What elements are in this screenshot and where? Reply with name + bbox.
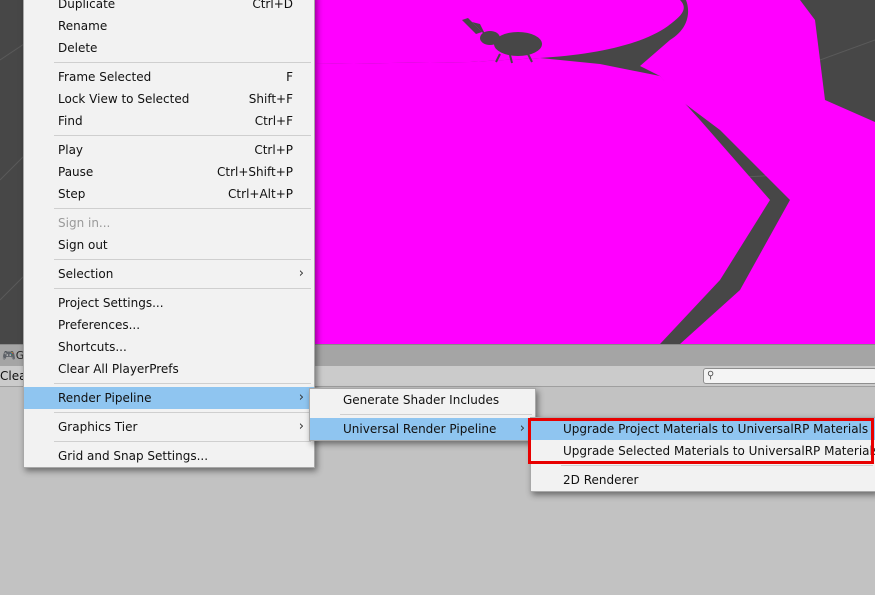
- menu-separator: [24, 256, 314, 263]
- universal-render-pipeline-submenu: Upgrade Project Materials to UniversalRP…: [530, 417, 875, 492]
- menu-item-label: Graphics Tier: [58, 420, 138, 434]
- menu-separator: [24, 59, 314, 66]
- console-search-input[interactable]: ⚲: [703, 368, 875, 384]
- menu-item-shortcut: Ctrl+D: [252, 0, 293, 11]
- render-pipeline-submenu: Generate Shader Includes Universal Render…: [309, 388, 536, 441]
- menu-item-lock-view-to-selected[interactable]: Lock View to Selected Shift+F: [24, 88, 314, 110]
- menu-item-shortcut: Ctrl+P: [254, 143, 293, 157]
- menu-item-pause[interactable]: Pause Ctrl+Shift+P: [24, 161, 314, 183]
- menu-item-label: Find: [58, 114, 83, 128]
- menu-item-step[interactable]: Step Ctrl+Alt+P: [24, 183, 314, 205]
- menu-item-shortcut: Ctrl+Alt+P: [228, 187, 293, 201]
- menu-item-generate-shader-includes[interactable]: Generate Shader Includes: [310, 389, 535, 411]
- menu-item-label: Generate Shader Includes: [343, 393, 500, 407]
- menu-item-clear-all-playerprefs[interactable]: Clear All PlayerPrefs: [24, 358, 314, 380]
- menu-item-label: Rename: [58, 19, 108, 33]
- menu-item-shortcut: Shift+F: [248, 92, 293, 106]
- menu-item-shortcuts[interactable]: Shortcuts...: [24, 336, 314, 358]
- menu-item-frame-selected[interactable]: Frame Selected F: [24, 66, 314, 88]
- menu-item-label: Grid and Snap Settings...: [58, 449, 209, 463]
- menu-item-label: Project Settings...: [58, 296, 164, 310]
- menu-item-label: Render Pipeline: [58, 391, 152, 405]
- menu-item-play[interactable]: Play Ctrl+P: [24, 139, 314, 161]
- menu-item-shortcut: Ctrl+Shift+P: [217, 165, 293, 179]
- menu-separator: [310, 411, 535, 418]
- menu-item-preferences[interactable]: Preferences...: [24, 314, 314, 336]
- menu-item-label: Pause: [58, 165, 94, 179]
- menu-item-duplicate[interactable]: Duplicate Ctrl+D: [24, 0, 314, 15]
- menu-item-label: Delete: [58, 41, 98, 55]
- console-tab[interactable]: 🎮G: [0, 346, 24, 366]
- menu-item-selection[interactable]: Selection ›: [24, 263, 314, 285]
- menu-separator: [24, 438, 314, 445]
- menu-item-label: Selection: [58, 267, 114, 281]
- menu-item-label: Play: [58, 143, 84, 157]
- menu-item-label: Lock View to Selected: [58, 92, 190, 106]
- menu-item-render-pipeline[interactable]: Render Pipeline ›: [24, 387, 314, 409]
- menu-item-label: Step: [58, 187, 86, 201]
- menu-separator: [24, 132, 314, 139]
- menu-item-label: Upgrade Project Materials to UniversalRP…: [563, 422, 869, 436]
- menu-item-universal-render-pipeline[interactable]: Universal Render Pipeline ›: [310, 418, 535, 440]
- chevron-right-icon: ›: [298, 390, 304, 405]
- gamepad-icon: 🎮: [2, 349, 16, 362]
- menu-item-label: Clear All PlayerPrefs: [58, 362, 179, 376]
- menu-item-find[interactable]: Find Ctrl+F: [24, 110, 314, 132]
- menu-separator: [24, 380, 314, 387]
- menu-item-2d-renderer[interactable]: 2D Renderer: [531, 469, 875, 491]
- menu-item-label: Upgrade Selected Materials to UniversalR…: [563, 444, 875, 458]
- menu-item-label: Sign out: [58, 238, 108, 252]
- menu-separator: [24, 285, 314, 292]
- menu-item-shortcut: F: [286, 70, 293, 84]
- menu-item-sign-in: Sign in...: [24, 212, 314, 234]
- menu-item-grid-and-snap-settings[interactable]: Grid and Snap Settings...: [24, 445, 314, 467]
- menu-item-label: Sign in...: [58, 216, 111, 230]
- menu-item-label: Universal Render Pipeline: [343, 422, 497, 436]
- menu-item-shortcut: Ctrl+F: [254, 114, 293, 128]
- menu-item-upgrade-selected-materials-to-universalrp-materials[interactable]: Upgrade Selected Materials to UniversalR…: [531, 440, 875, 462]
- chevron-right-icon: ›: [298, 266, 304, 281]
- search-icon: ⚲: [707, 370, 715, 381]
- chevron-right-icon: ›: [519, 421, 525, 436]
- menu-separator: [531, 462, 875, 469]
- menu-item-rename[interactable]: Rename: [24, 15, 314, 37]
- menu-item-graphics-tier[interactable]: Graphics Tier ›: [24, 416, 314, 438]
- chevron-right-icon: ›: [298, 419, 304, 434]
- menu-item-delete[interactable]: Delete: [24, 37, 314, 59]
- menu-separator: [24, 409, 314, 416]
- menu-item-label: Shortcuts...: [58, 340, 127, 354]
- menu-separator: [24, 205, 314, 212]
- menu-item-upgrade-project-materials-to-universalrp-materials[interactable]: Upgrade Project Materials to UniversalRP…: [531, 418, 875, 440]
- menu-item-project-settings[interactable]: Project Settings...: [24, 292, 314, 314]
- menu-item-label: Frame Selected: [58, 70, 152, 84]
- menu-item-label: 2D Renderer: [563, 473, 639, 487]
- menu-item-label: Preferences...: [58, 318, 141, 332]
- menu-item-sign-out[interactable]: Sign out: [24, 234, 314, 256]
- menu-item-label: Duplicate: [58, 0, 116, 11]
- edit-menu: Duplicate Ctrl+D Rename Delete Frame Selecte…: [23, 0, 315, 468]
